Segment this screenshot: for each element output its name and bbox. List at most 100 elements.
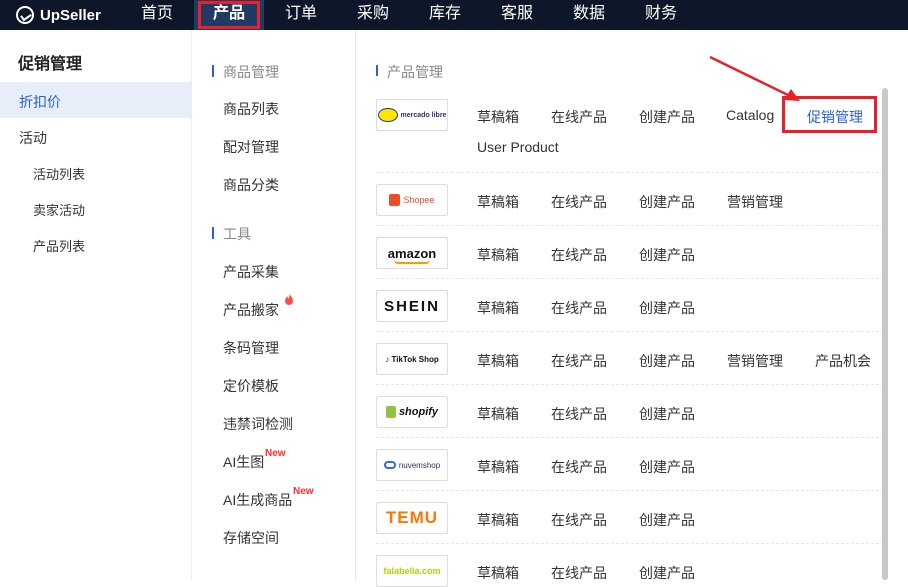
nuvemshop-logo-text: nuvemshop — [398, 460, 441, 470]
menu-item-product-move[interactable]: 产品搬家 — [223, 300, 279, 320]
menu-item-barcode[interactable]: 条码管理 — [223, 338, 279, 358]
nuvemshop-logo-icon — [383, 461, 396, 469]
temu-logo-text: TEMU — [385, 508, 439, 527]
right-section-title: 产品管理 — [387, 64, 443, 80]
amazon-logo-text: amazon — [387, 245, 437, 261]
link-create-product[interactable]: 创建产品 — [639, 245, 695, 265]
link-draft[interactable]: 草稿箱 — [477, 351, 519, 371]
mercado-libre-logo-text: mercado libre — [400, 111, 447, 119]
new-badge: New — [265, 448, 286, 459]
row-divider — [376, 172, 884, 173]
scrollbar[interactable] — [882, 88, 888, 580]
menu-item-ai-image[interactable]: AI生图 — [223, 452, 264, 472]
link-create-product[interactable]: 创建产品 — [639, 457, 695, 477]
menu-item-storage[interactable]: 存储空间 — [223, 528, 279, 548]
nav-inventory[interactable]: 库存 — [420, 0, 470, 30]
link-online-products[interactable]: 在线产品 — [551, 107, 607, 127]
menu-item-banned-words[interactable]: 违禁词检测 — [223, 414, 293, 434]
link-online-products[interactable]: 在线产品 — [551, 563, 607, 583]
menu-item-pairing[interactable]: 配对管理 — [223, 137, 279, 157]
link-online-products[interactable]: 在线产品 — [551, 192, 607, 212]
sidebar-item-discount[interactable]: 折扣价 — [19, 92, 61, 112]
nav-finance[interactable]: 财务 — [636, 0, 686, 30]
section-tools: 工具 — [223, 226, 251, 242]
menu-item-pricing-template[interactable]: 定价模板 — [223, 376, 279, 396]
link-create-product[interactable]: 创建产品 — [639, 298, 695, 318]
brand-mercado-libre: mercado libre — [376, 99, 448, 131]
link-draft[interactable]: 草稿箱 — [477, 192, 519, 212]
link-draft[interactable]: 草稿箱 — [477, 563, 519, 583]
sidebar-item-activity-list[interactable]: 活动列表 — [33, 164, 85, 183]
link-create-product[interactable]: 创建产品 — [639, 107, 695, 127]
brand-shein: SHEIN — [376, 290, 448, 322]
sidebar-item-seller-activity[interactable]: 卖家活动 — [33, 200, 85, 219]
link-online-products[interactable]: 在线产品 — [551, 245, 607, 265]
link-draft[interactable]: 草稿箱 — [477, 404, 519, 424]
link-create-product[interactable]: 创建产品 — [639, 404, 695, 424]
section-product-management: 商品管理 — [223, 64, 279, 80]
app-logo-text: UpSeller — [40, 6, 101, 24]
nav-products[interactable]: 产品 — [194, 0, 264, 30]
row-divider — [376, 278, 884, 279]
nav-customer-service[interactable]: 客服 — [492, 0, 542, 30]
sidebar-item-activity[interactable]: 活动 — [19, 128, 47, 148]
link-create-product[interactable]: 创建产品 — [639, 510, 695, 530]
link-online-products[interactable]: 在线产品 — [551, 457, 607, 477]
section-marker — [212, 227, 214, 239]
app-logo[interactable]: UpSeller — [16, 5, 101, 25]
shopify-logo-text: shopify — [398, 406, 439, 418]
row-divider — [376, 331, 884, 332]
brand-amazon: amazon — [376, 237, 448, 269]
row-divider — [376, 437, 884, 438]
mercado-libre-logo-icon — [377, 108, 398, 122]
link-create-product[interactable]: 创建产品 — [639, 192, 695, 212]
new-badge: New — [293, 486, 314, 497]
link-user-product[interactable]: User Product — [477, 139, 559, 155]
sidebar-title: 促销管理 — [18, 56, 83, 73]
link-draft[interactable]: 草稿箱 — [477, 457, 519, 477]
link-create-product[interactable]: 创建产品 — [639, 351, 695, 371]
shopee-logo-icon — [389, 194, 401, 206]
link-draft[interactable]: 草稿箱 — [477, 298, 519, 318]
link-online-products[interactable]: 在线产品 — [551, 351, 607, 371]
top-nav-bar: UpSeller 首页 产品 订单 采购 库存 客服 数据 财务 — [0, 0, 908, 30]
menu-item-product-list[interactable]: 商品列表 — [223, 99, 279, 119]
upseller-logo-icon — [16, 6, 34, 24]
link-marketing[interactable]: 营销管理 — [727, 351, 783, 371]
menu-item-ai-product[interactable]: AI生成商品 — [223, 490, 292, 510]
row-divider — [376, 543, 884, 544]
nav-data[interactable]: 数据 — [564, 0, 614, 30]
nav-home[interactable]: 首页 — [132, 0, 182, 30]
link-draft[interactable]: 草稿箱 — [477, 245, 519, 265]
falabella-logo-text: falabella.com — [383, 566, 441, 576]
section-marker — [376, 65, 378, 76]
brand-falabella: falabella.com — [376, 555, 448, 587]
sidebar-item-product-list[interactable]: 产品列表 — [33, 236, 85, 255]
brand-nuvemshop: nuvemshop — [376, 449, 448, 481]
tiktok-logo-text: TikTok Shop — [391, 354, 439, 364]
annotation-arrow-icon — [709, 55, 800, 101]
menu-item-category[interactable]: 商品分类 — [223, 175, 279, 195]
tiktok-logo-icon: ♪ — [385, 354, 390, 364]
brand-tiktok-shop: ♪ TikTok Shop — [376, 343, 448, 375]
link-online-products[interactable]: 在线产品 — [551, 404, 607, 424]
section-marker — [212, 65, 214, 77]
brand-shopee: Shopee — [376, 184, 448, 216]
link-marketing[interactable]: 营销管理 — [727, 192, 783, 212]
shopee-logo-text: Shopee — [403, 195, 435, 205]
brand-shopify: shopify — [376, 396, 448, 428]
menu-item-product-collect[interactable]: 产品采集 — [223, 262, 279, 282]
link-online-products[interactable]: 在线产品 — [551, 298, 607, 318]
nav-purchase[interactable]: 采购 — [348, 0, 398, 30]
nav-products-highlight — [198, 1, 260, 29]
fire-icon — [285, 293, 293, 305]
link-product-opportunity[interactable]: 产品机会 — [815, 351, 871, 371]
link-draft[interactable]: 草稿箱 — [477, 510, 519, 530]
link-online-products[interactable]: 在线产品 — [551, 510, 607, 530]
link-create-product[interactable]: 创建产品 — [639, 563, 695, 583]
link-draft[interactable]: 草稿箱 — [477, 107, 519, 127]
amazon-smile-icon — [393, 260, 430, 264]
row-divider — [376, 225, 884, 226]
nav-orders[interactable]: 订单 — [276, 0, 326, 30]
shein-logo-text: SHEIN — [384, 297, 440, 315]
